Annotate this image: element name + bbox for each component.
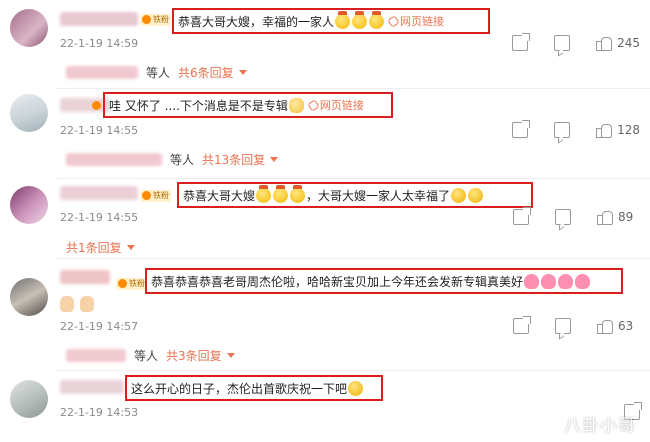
comment-text-box: 恭喜大哥大嫂 ，大哥大嫂一家人太幸福了 (177, 182, 533, 208)
fan-badge (90, 100, 101, 112)
comment-text: 恭喜恭喜恭喜老哥周杰伦啦，哈哈新宝贝加上今年还会发新专辑真美好 (151, 274, 524, 289)
expand-replies-link[interactable]: 共6条回复 (178, 64, 234, 81)
web-link[interactable]: 网页链接 (320, 97, 364, 113)
link-icon[interactable] (307, 98, 320, 112)
crown-emoji-icon (369, 10, 385, 29)
heart-emoji-icon (575, 273, 591, 289)
share-icon[interactable] (513, 316, 531, 334)
avatar[interactable] (10, 278, 48, 316)
fan-badge: 铁粉 (140, 14, 171, 26)
crown-emoji-icon (256, 184, 272, 203)
username[interactable] (60, 12, 138, 26)
gesture-emoji-icon (80, 296, 94, 312)
comment-text-2: ，大哥大嫂一家人太幸福了 (306, 188, 451, 203)
timestamp: 22-1-19 14:55 (60, 124, 139, 137)
comment-text-box: 恭喜大哥大嫂，幸福的一家人 网页链接 (172, 8, 490, 34)
timestamp: 22-1-19 14:53 (60, 406, 139, 419)
comment-4: 铁粉 恭喜恭喜恭喜老哥周杰伦啦，哈哈新宝贝加上今年还会发新专辑真美好 22-1-… (0, 258, 650, 370)
username[interactable] (60, 186, 138, 200)
like-icon[interactable] (597, 210, 613, 225)
fan-badge: 铁粉 (140, 190, 171, 202)
reply-users (66, 153, 162, 166)
comment-actions: 89 (487, 207, 640, 225)
reply-summary: 等人 共3条回复 (66, 347, 235, 364)
avatar[interactable] (10, 9, 48, 47)
reply-who: 等人 (146, 66, 171, 80)
timestamp: 22-1-19 14:59 (60, 37, 139, 50)
chevron-down-icon[interactable] (126, 245, 135, 250)
comment-icon[interactable] (554, 122, 571, 138)
expand-replies-link[interactable]: 共1条回复 (66, 239, 122, 256)
chevron-down-icon[interactable] (238, 70, 247, 75)
comment-text: 恭喜大哥大嫂，幸福的一家人 (178, 14, 335, 29)
cat-emoji-icon (288, 97, 304, 113)
comment-text: 恭喜大哥大嫂 (183, 188, 256, 203)
reply-who: 等人 (170, 153, 195, 167)
username[interactable] (60, 380, 124, 394)
heart-emoji-icon (541, 273, 557, 289)
avatar[interactable] (10, 380, 48, 418)
comment-actions: 128 (486, 120, 640, 138)
reply-summary: 共1条回复 (66, 239, 135, 256)
comment-3: 铁粉 恭喜大哥大嫂 ，大哥大嫂一家人太幸福了 22-1-19 14:55 89 … (0, 178, 650, 258)
reply-summary: 等人 共6条回复 (66, 64, 247, 81)
crown-emoji-icon (273, 184, 289, 203)
crown-emoji-icon (335, 10, 351, 29)
username[interactable] (60, 270, 110, 284)
timestamp: 22-1-19 14:55 (60, 211, 139, 224)
crown-emoji-icon (352, 10, 368, 29)
comment-text-box: 这么开心的日子，杰伦出首歌庆祝一下吧 (125, 375, 383, 401)
like-icon[interactable] (596, 36, 613, 51)
like-count: 89 (618, 210, 634, 224)
share-icon[interactable] (512, 33, 531, 51)
comment-text-box: 恭喜恭喜恭喜老哥周杰伦啦，哈哈新宝贝加上今年还会发新专辑真美好 (145, 268, 623, 294)
comment-text: 哇 又怀了 ....下个消息是不是专辑 (109, 98, 288, 113)
web-link[interactable]: 网页链接 (400, 13, 444, 29)
chevron-down-icon[interactable] (226, 353, 235, 358)
comment-actions: 63 (487, 316, 640, 334)
comment-1: 铁粉 恭喜大哥大嫂，幸福的一家人 网页链接 22-1-19 14:59 245 … (0, 0, 650, 90)
comment-icon[interactable] (554, 35, 571, 51)
chevron-down-icon[interactable] (270, 157, 279, 162)
reply-users (66, 66, 138, 79)
comment-2: 哇 又怀了 ....下个消息是不是专辑 网页链接 22-1-19 14:55 1… (0, 88, 650, 180)
timestamp: 22-1-19 14:57 (60, 320, 139, 333)
avatar[interactable] (10, 94, 48, 132)
crying-emoji-icon (451, 187, 467, 203)
comment-5: 这么开心的日子，杰伦出首歌庆祝一下吧 22-1-19 14:53 (0, 370, 650, 442)
expand-replies-link[interactable]: 共3条回复 (166, 347, 222, 364)
like-count: 128 (617, 123, 640, 137)
comment-text-box: 哇 又怀了 ....下个消息是不是专辑 网页链接 (103, 92, 393, 118)
like-icon[interactable] (597, 319, 613, 334)
comment-icon[interactable] (555, 209, 571, 225)
crying-emoji-icon (468, 187, 484, 203)
watermark: 八卦小哥 (564, 416, 636, 436)
fan-badge: 铁粉 (116, 278, 147, 290)
reply-users (66, 349, 126, 362)
reply-summary: 等人 共13条回复 (66, 151, 279, 168)
share-icon[interactable] (512, 120, 531, 138)
like-count: 245 (617, 36, 640, 50)
like-count: 63 (618, 319, 634, 333)
share-icon[interactable] (513, 207, 531, 225)
avatar[interactable] (10, 186, 48, 224)
happy-crying-emoji-icon (348, 380, 364, 396)
heart-emoji-icon (524, 273, 540, 289)
crown-emoji-icon (290, 184, 306, 203)
link-icon[interactable] (387, 14, 400, 28)
expand-replies-link[interactable]: 共13条回复 (202, 151, 265, 168)
like-icon[interactable] (596, 123, 613, 138)
comment-text: 这么开心的日子，杰伦出首歌庆祝一下吧 (131, 381, 348, 396)
comment-actions: 245 (486, 33, 640, 51)
reply-who: 等人 (134, 349, 159, 363)
heart-emoji-icon (558, 273, 574, 289)
gesture-emoji-icon (60, 296, 74, 312)
comment-icon[interactable] (555, 318, 571, 334)
